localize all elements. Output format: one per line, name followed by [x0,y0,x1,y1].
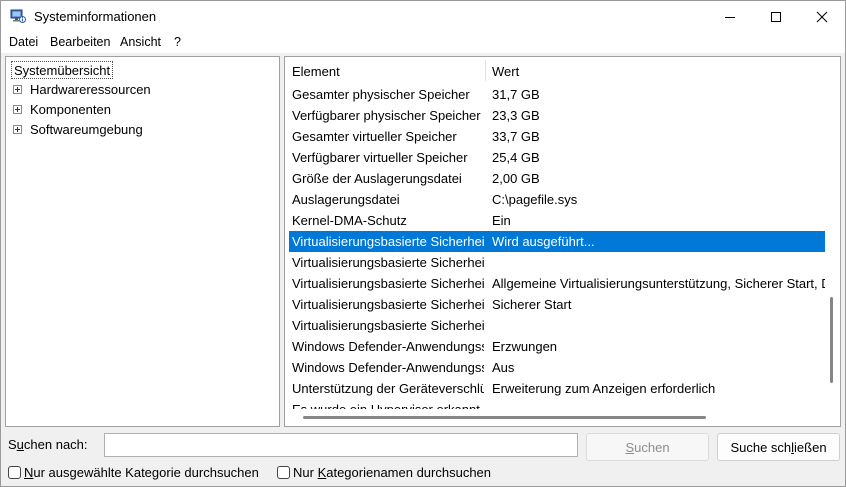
value-cell: 31,7 GB [492,87,540,102]
element-cell: Unterstützung der Geräteverschlüsselung [292,381,484,396]
close-search-button[interactable]: Suche sch l ießen [717,433,840,461]
value-cell: Wird ausgeführt... [492,234,595,249]
list-body: Gesamter physischer Speicher 31,7 GB Verfü… [285,84,825,409]
value-cell: 25,4 GB [492,150,540,165]
element-cell: Verfügbarer virtueller Speicher [292,150,468,165]
table-row[interactable]: Virtualisierungsbasierte Sicherheit Siche… [289,294,825,315]
close-icon [816,11,828,22]
horizontal-scrollbar[interactable] [303,416,706,419]
table-row[interactable]: Unterstützung der Geräteverschlüsselung E… [289,378,825,399]
expand-icon[interactable] [13,125,22,134]
value-cell: Aus [492,360,515,375]
table-row[interactable]: Virtualisierungsbasierte Sicherheit [289,252,825,273]
element-cell: Virtualisierungsbasierte Sicherheit [292,234,484,249]
expand-icon[interactable] [13,85,22,94]
element-cell: Größe der Auslagerungsdatei [292,171,462,186]
table-row[interactable]: Gesamter physischer Speicher 31,7 GB [289,84,825,105]
menu-help[interactable]: ? [174,35,181,49]
element-cell: Kernel-DMA-Schutz [292,213,407,228]
title-bar: Systeminformationen [1,1,845,32]
menu-datei[interactable]: Datei [9,35,38,49]
window-title: Systeminformationen [34,9,157,24]
table-row[interactable]: Es wurde ein Hypervisor erkannt. [289,399,825,409]
search-button[interactable]: Suchen [586,433,709,461]
element-cell: Windows Defender-Anwendungssteuerung [292,339,484,354]
table-row[interactable]: Kernel-DMA-Schutz Ein [289,210,825,231]
value-cell: 2,00 GB [492,171,540,186]
tree-item-label: Komponenten [30,102,111,117]
table-row[interactable]: Größe der Auslagerungsdatei 2,00 GB [289,168,825,189]
element-cell: Virtualisierungsbasierte Sicherheit [292,318,484,333]
checkbox-label: Nur Kategorienamen durchsuchen [293,465,492,480]
search-selected-category-checkbox[interactable] [8,466,21,479]
tree-item-label: Softwareumgebung [30,122,143,137]
element-cell: Windows Defender-Anwendungssteuerung [292,360,484,375]
table-row[interactable]: Verfügbarer physischer Speicher 23,3 GB [289,105,825,126]
element-cell: Verfügbarer physischer Speicher [292,108,481,123]
value-cell: Erweiterung zum Anzeigen erforderlich [492,381,716,396]
element-cell: Virtualisierungsbasierte Sicherheit [292,255,484,270]
tree-item-systemuebersicht[interactable]: Systemübersicht [11,61,114,79]
element-cell: Gesamter physischer Speicher [292,87,470,102]
element-cell: Es wurde ein Hypervisor erkannt. [292,402,484,409]
table-row[interactable]: Auslagerungsdatei C:\pagefile.sys [289,189,825,210]
menu-ansicht[interactable]: Ansicht [120,35,161,49]
maximize-button[interactable] [753,1,799,32]
table-row[interactable]: Virtualisierungsbasierte Sicherheit [289,315,825,336]
list-header: Element Wert [285,57,825,83]
search-label: Suchen nach: [8,437,88,452]
menu-bearbeiten[interactable]: Bearbeiten [50,35,110,49]
table-row[interactable]: Verfügbarer virtueller Speicher 25,4 GB [289,147,825,168]
details-list[interactable]: Element Wert Gesamter physischer Speiche… [284,56,841,427]
maximize-icon [771,11,781,22]
search-category-names-checkbox[interactable] [277,466,290,479]
system-info-icon [10,8,26,24]
column-header-element[interactable]: Element [292,64,340,79]
category-tree[interactable]: Systemübersicht Hardwareressourcen Kompo… [5,56,280,427]
value-cell: Ein [492,213,511,228]
element-cell: Virtualisierungsbasierte Sicherheit [292,276,484,291]
checkbox-label: Nur ausgewählte Kategorie durchsuchen [24,465,259,480]
vertical-scrollbar[interactable] [830,297,833,383]
value-cell: C:\pagefile.sys [492,192,578,207]
minimize-button[interactable] [707,1,753,32]
value-cell: Sicherer Start [492,297,572,312]
column-divider[interactable] [485,60,486,81]
tree-item-label: Systemübersicht [14,63,111,78]
tree-item-label: Hardwareressourcen [30,82,151,97]
menu-bar: Datei Bearbeiten Ansicht ? [1,32,845,53]
element-cell: Virtualisierungsbasierte Sicherheit [292,297,484,312]
close-window-button[interactable] [799,1,845,32]
element-cell: Gesamter virtueller Speicher [292,129,457,144]
value-cell: 23,3 GB [492,108,540,123]
table-row[interactable]: Virtualisierungsbasierte Sicherheit Wird … [289,231,825,252]
expand-icon[interactable] [13,105,22,114]
value-cell: 33,7 GB [492,129,540,144]
table-row[interactable]: Windows Defender-Anwendungssteuerung Aus [289,357,825,378]
value-cell: Allgemeine Virtualisierungsunterstützung… [492,276,825,291]
system-information-window: Systeminformationen Datei Bearbeiten Ans… [0,0,846,487]
search-input[interactable] [104,433,578,457]
minimize-icon [725,16,735,18]
table-row[interactable]: Virtualisierungsbasierte Sicherheit Allge… [289,273,825,294]
column-header-wert[interactable]: Wert [492,64,519,79]
element-cell: Auslagerungsdatei [292,192,400,207]
table-row[interactable]: Gesamter virtueller Speicher 33,7 GB [289,126,825,147]
value-cell: Erzwungen [492,339,558,354]
table-row[interactable]: Windows Defender-Anwendungssteuerung Erzw… [289,336,825,357]
